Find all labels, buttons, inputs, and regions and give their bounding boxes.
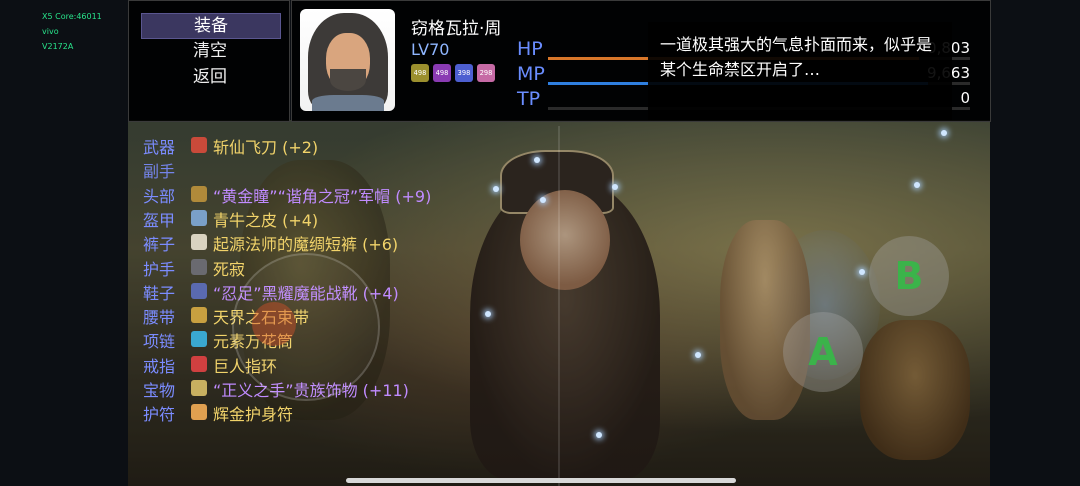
sparkle-icon <box>695 352 701 358</box>
hp-label: HP <box>517 38 543 60</box>
buff-icon[interactable]: 498 <box>411 64 429 82</box>
item-icon <box>191 404 207 421</box>
sparkle-icon <box>859 269 865 275</box>
equipment-slot-label: 副手 <box>143 162 176 182</box>
character-portrait <box>300 9 395 111</box>
equipment-item-name: “黄金瞳”“谐角之冠”军帽 (+9) <box>213 186 432 206</box>
home-indicator[interactable] <box>346 478 736 483</box>
item-icon <box>191 234 207 251</box>
equipment-row[interactable]: 裤子 起源法师的魔绸短裤 (+6) <box>143 231 563 255</box>
item-icon <box>191 331 207 348</box>
item-icon <box>191 380 207 396</box>
item-icon <box>191 137 207 153</box>
equipment-row[interactable]: 头部 “黄金瞳”“谐角之冠”军帽 (+9) <box>143 183 563 207</box>
buff-icon[interactable]: 398 <box>455 64 473 82</box>
item-icon <box>191 258 207 275</box>
equipment-item-name: 死寂 <box>213 259 246 279</box>
equipment-item-name: 斩仙飞刀 (+2) <box>213 138 319 157</box>
side-menu: 装备 清空 返回 <box>128 0 290 122</box>
device-core: X5 Core:46011 <box>42 12 102 21</box>
item-icon <box>191 209 207 226</box>
device-info: X5 Core:46011 vivo V2172A <box>42 9 102 54</box>
portrait-beard <box>330 69 366 91</box>
clear-button[interactable]: 清空 <box>141 39 279 63</box>
equipment-row[interactable]: 盔甲 青牛之皮 (+4) <box>143 207 563 231</box>
sparkle-icon <box>941 130 947 136</box>
tp-value: 0 <box>960 89 970 107</box>
device-model: V2172A <box>42 42 74 51</box>
equipment-item-name: 辉金护身符 <box>213 405 294 425</box>
equipment-slot-label: 鞋子 <box>143 283 176 303</box>
equipment-slot-label: 盔甲 <box>143 210 176 230</box>
equipment-item-name: 青牛之皮 (+4) <box>213 210 319 230</box>
equipment-slot-label: 腰带 <box>143 308 176 328</box>
dialog-text: 一道极其强大的气息扑面而来，似乎是某个生命禁区开启了… <box>660 35 933 79</box>
equipment-slot-label: 护符 <box>143 405 176 425</box>
equipment-slot-label: 裤子 <box>143 235 176 255</box>
item-icon <box>191 185 207 202</box>
buff-icon[interactable]: 298 <box>477 64 495 82</box>
buff-icon[interactable]: 498 <box>433 64 451 82</box>
sparkle-icon <box>596 432 602 438</box>
equipment-slot-label: 宝物 <box>143 381 176 400</box>
equip-button[interactable]: 装备 <box>141 13 281 39</box>
mp-label: MP <box>517 63 545 85</box>
equipment-row[interactable]: 武器 斩仙飞刀 (+2) <box>143 134 563 158</box>
back-button[interactable]: 返回 <box>141 65 279 89</box>
tp-label: TP <box>517 88 541 110</box>
event-dialog[interactable]: 一道极其强大的气息扑面而来，似乎是某个生命禁区开启了… <box>648 22 952 120</box>
sparkle-icon <box>612 184 618 190</box>
portrait-shirt <box>312 95 384 111</box>
character-level: LV70 <box>411 40 450 59</box>
equipment-slot-label: 头部 <box>143 186 176 206</box>
equipment-row[interactable]: 护符 辉金护身符 <box>143 401 563 425</box>
equipment-item-name: 起源法师的魔绸短裤 (+6) <box>213 235 399 255</box>
sparkle-icon <box>914 182 920 188</box>
equipment-row[interactable]: 副手 <box>143 158 563 182</box>
item-icon <box>191 355 207 372</box>
equipment-slot-label: 戒指 <box>143 356 176 376</box>
joystick-knob[interactable] <box>252 302 296 346</box>
item-icon <box>191 307 207 324</box>
device-brand: vivo <box>42 27 59 36</box>
b-button[interactable]: B <box>869 236 949 316</box>
equipment-slot-label: 项链 <box>143 332 176 352</box>
equipment-slot-label: 护手 <box>143 259 176 279</box>
a-button[interactable]: A <box>783 312 863 392</box>
equipment-slot-label: 武器 <box>143 138 176 157</box>
item-icon <box>191 282 207 299</box>
character-name: 窃格瓦拉·周 <box>411 19 502 39</box>
